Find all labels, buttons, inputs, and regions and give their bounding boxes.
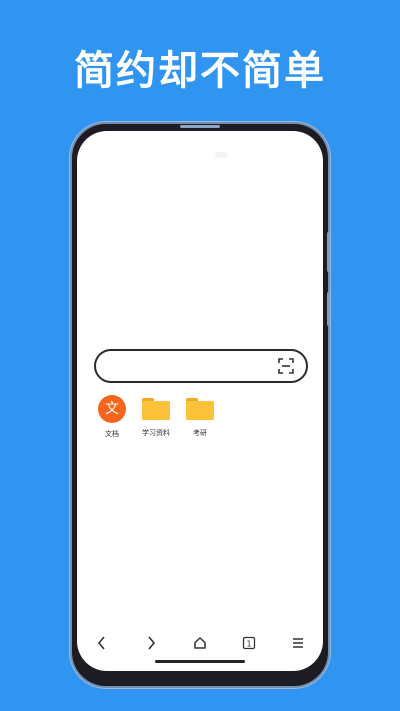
phone-screen: 文 文档 学习资料 考研 1 <box>77 131 323 671</box>
shortcut-label: 学习资料 <box>142 429 170 437</box>
scan-icon[interactable] <box>278 358 294 374</box>
home-icon <box>194 637 206 649</box>
folder-icon <box>141 394 171 424</box>
tabs-icon: 1 <box>243 636 256 650</box>
search-input[interactable] <box>94 349 308 383</box>
home-button[interactable] <box>185 629 215 657</box>
phone-speaker <box>180 125 220 128</box>
promo-headline: 简约却不简单 <box>74 48 326 94</box>
shortcut-documents[interactable]: 文 文档 <box>89 394 135 439</box>
shortcut-postgrad-exam[interactable]: 考研 <box>177 394 223 438</box>
tab-count: 1 <box>247 639 252 648</box>
phone-power-button <box>327 292 330 326</box>
folder-icon <box>185 394 215 424</box>
forward-button[interactable] <box>136 629 166 657</box>
forward-icon <box>148 636 155 650</box>
front-camera-icon <box>215 152 227 158</box>
document-icon: 文 <box>97 395 127 425</box>
bottom-navigation: 1 <box>77 629 323 657</box>
tabs-button[interactable]: 1 <box>234 629 264 657</box>
shortcut-study-materials[interactable]: 学习资料 <box>133 394 179 438</box>
home-indicator <box>155 660 245 663</box>
menu-button[interactable] <box>283 629 313 657</box>
back-button[interactable] <box>87 629 117 657</box>
menu-icon <box>293 638 304 648</box>
shortcut-label: 文档 <box>105 430 119 438</box>
shortcut-label: 考研 <box>193 429 207 437</box>
back-icon <box>97 636 105 650</box>
phone-volume-button <box>327 232 330 272</box>
